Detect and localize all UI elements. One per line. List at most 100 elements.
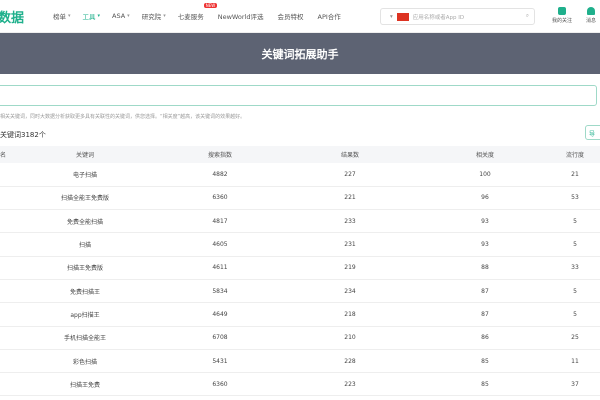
value-cell: 85 [420,349,550,374]
value-cell: 223 [280,372,420,397]
keyword-cell[interactable]: 扫描王免费版 [10,256,160,280]
bell-icon [587,7,595,15]
table-row: 扫描 4605 231 93 5 [0,232,600,257]
rank-cell [0,302,10,327]
keyword-count: 关键词3182个 [0,131,46,139]
value-cell: 5834 [160,279,280,304]
keyword-cell[interactable]: app扫描王 [10,302,160,327]
column-header: 名 [0,146,10,163]
value-cell: 233 [280,209,420,234]
nav-newworld[interactable]: NewWorld评选 [218,11,264,21]
table-row: 手机扫描全能王 6708 210 86 25 [0,326,600,350]
value-cell: 96 [420,186,550,211]
value-cell: 6708 [160,326,280,350]
value-cell: 93 [420,209,550,234]
value-cell: 5 [550,209,600,234]
value-cell: 25 [550,326,600,350]
table-row: 免费全能扫描 4817 233 93 5 [0,209,600,234]
keyword-cell[interactable]: 扫描全能王免费版 [10,186,160,211]
table-row: 电子扫描 4882 227 100 21 [0,163,600,187]
hint-text: 相关关键词，同时大数据分析获取更多具有关联性的关键词，供您选择。“相关度”越高，… [0,114,246,120]
value-cell: 86 [420,326,550,350]
nav-services[interactable]: 七麦服务 NEW [177,3,218,21]
value-cell: 11 [550,349,600,374]
value-cell: 5431 [160,349,280,374]
keyword-cell[interactable]: 免费扫描王 [10,279,160,304]
value-cell: 33 [550,256,600,280]
value-cell: 93 [420,232,550,257]
rank-cell [0,256,10,280]
table-row: app扫描王 4649 218 87 5 [0,302,600,327]
value-cell: 227 [280,163,420,187]
rank-cell [0,326,10,350]
table-row: 扫描王免费版 4611 219 88 33 [0,256,600,280]
value-cell: 87 [420,279,550,304]
search-input[interactable]: 应用名称或者App ID [413,13,464,21]
nav-services-label: 七麦服务 [177,13,204,21]
value-cell: 37 [550,372,600,397]
value-cell: 210 [280,326,420,350]
new-badge: NEW [203,3,218,8]
top-nav: 数据 榜单 ▾ 工具 ▾ ASA ▾ 研究院 ▾ 七麦服务 NEW NewWorld评选 … [0,0,600,33]
column-header[interactable]: 搜索指数 [160,146,280,163]
logo[interactable]: 数据 [0,7,53,26]
keyword-table: 名关键词 搜索指数 结果数 相关度 流行度 电子扫描 4882 227 100 21 扫描全能王免… [0,146,600,397]
value-cell: 5 [550,302,600,327]
rank-cell [0,279,10,304]
value-cell: 4611 [160,256,280,280]
column-header[interactable]: 结果数 [280,146,420,163]
value-cell: 218 [280,302,420,327]
table-row: 彩色扫描 5431 228 85 11 [0,349,600,374]
nav-member[interactable]: 会员特权 [278,11,304,21]
nav-tools[interactable]: 工具 [83,11,96,21]
value-cell: 231 [280,232,420,257]
table-row: 扫描王免费 6360 223 85 37 [0,372,600,397]
message-button[interactable]: 消息 [586,7,596,24]
value-cell: 234 [280,279,420,304]
value-cell: 5 [550,232,600,257]
keyword-cell[interactable]: 电子扫描 [10,163,160,187]
message-label: 消息 [586,18,597,24]
keyword-cell[interactable]: 免费全能扫描 [10,209,160,234]
china-flag-icon[interactable] [396,12,409,21]
nav-api[interactable]: API合作 [318,11,341,21]
column-header[interactable]: 流行度 [550,146,600,163]
rank-cell [0,186,10,211]
value-cell: 219 [280,256,420,280]
value-cell: 4882 [160,163,280,187]
value-cell: 53 [550,186,600,211]
follow-label: 我的关注 [552,18,573,24]
follow-icon [558,7,566,15]
value-cell: 4605 [160,232,280,257]
export-button[interactable]: 导 [585,125,600,140]
page-title: 关键词拓展助手 [0,33,600,74]
rank-cell [0,209,10,234]
nav-asa[interactable]: ASA [112,12,125,20]
column-header: 关键词 [10,146,160,163]
keyword-cell[interactable]: 彩色扫描 [10,349,160,374]
rank-cell [0,349,10,374]
table-row: 扫描全能王免费版 6360 221 96 53 [0,186,600,211]
value-cell: 221 [280,186,420,211]
keyword-input[interactable] [0,85,597,106]
search-box[interactable]: ▾ 应用名称或者App ID ⌕ [380,8,535,25]
value-cell: 6360 [160,372,280,397]
nav-ranking[interactable]: 榜单 [53,11,66,21]
keyword-cell[interactable]: 扫描王免费 [10,372,160,397]
rank-cell [0,232,10,257]
column-header[interactable]: 相关度 [420,146,550,163]
value-cell: 21 [550,163,600,187]
value-cell: 87 [420,302,550,327]
value-cell: 5 [550,279,600,304]
value-cell: 4817 [160,209,280,234]
keyword-cell[interactable]: 扫描 [10,232,160,257]
rank-cell [0,372,10,397]
keyword-cell[interactable]: 手机扫描全能王 [10,326,160,350]
nav-research[interactable]: 研究院 [142,11,162,21]
table-row: 免费扫描王 5834 234 87 5 [0,279,600,304]
value-cell: 100 [420,163,550,187]
value-cell: 228 [280,349,420,374]
search-icon[interactable]: ⌕ [526,13,529,20]
rank-cell [0,163,10,187]
follow-button[interactable]: 我的关注 [552,7,572,24]
